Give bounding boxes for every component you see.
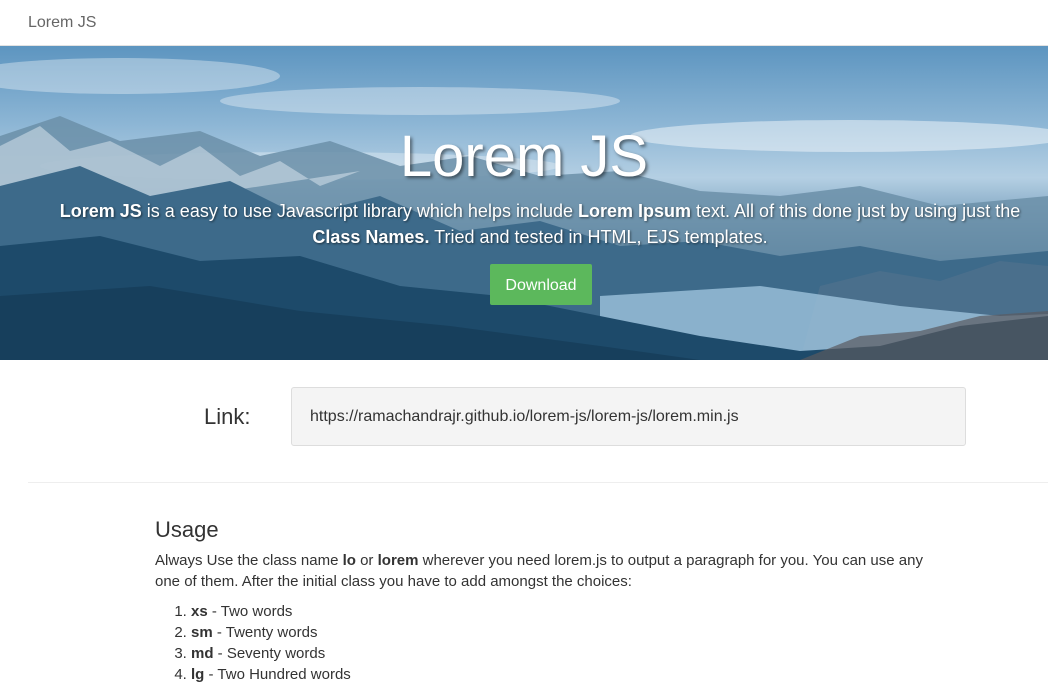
list-item: lg - Two Hundred words	[191, 664, 351, 685]
choice-key: xs	[191, 603, 208, 620]
list-item: sm - Twenty words	[191, 622, 351, 643]
link-label: Link:	[204, 404, 251, 429]
choice-key: sm	[191, 624, 213, 641]
hero-desc-text-1: is a easy to use Javascript library whic…	[141, 201, 578, 221]
hero-desc-text-3: Tried and tested in HTML, EJS templates.	[429, 227, 768, 247]
hero-desc-lorem-ipsum: Lorem Ipsum	[578, 201, 692, 221]
section-divider	[28, 482, 1048, 483]
usage-class-lo: lo	[342, 552, 356, 569]
usage-paragraph: Always Use the class name lo or lorem wh…	[155, 550, 945, 592]
hero-desc-class-names: Class Names.	[312, 227, 430, 247]
usage-text-1: Always Use the class name	[155, 552, 343, 569]
hero-description: Lorem JS is a easy to use Javascript lib…	[40, 198, 1040, 250]
choice-desc: - Seventy words	[213, 645, 326, 662]
list-item: md - Seventy words	[191, 643, 351, 664]
link-url-field[interactable]: https://ramachandrajr.github.io/lorem-js…	[291, 387, 966, 446]
brand-link[interactable]: Lorem JS	[28, 13, 96, 33]
hero-desc-lorem-js: Lorem JS	[59, 201, 142, 221]
usage-class-lorem: lorem	[377, 552, 419, 569]
list-item: xs - Two words	[191, 601, 351, 622]
choice-key: lg	[191, 666, 205, 683]
navbar: Lorem JS	[0, 0, 1048, 46]
choice-desc: - Two Hundred words	[204, 666, 351, 683]
choice-desc: - Twenty words	[212, 624, 318, 641]
choices-list: xs - Two words sm - Twenty words md - Se…	[155, 601, 351, 685]
hero-desc-text-2: text. All of this done just by using jus…	[691, 201, 1021, 221]
choice-key: md	[191, 645, 214, 662]
hero-title: Lorem JS	[399, 124, 649, 189]
choice-desc: - Two words	[207, 603, 293, 620]
usage-text-2: or	[355, 552, 378, 569]
usage-heading: Usage	[155, 517, 219, 542]
download-button[interactable]: Download	[490, 264, 592, 305]
hero-banner: Lorem JS Lorem JS is a easy to use Javas…	[0, 46, 1048, 360]
